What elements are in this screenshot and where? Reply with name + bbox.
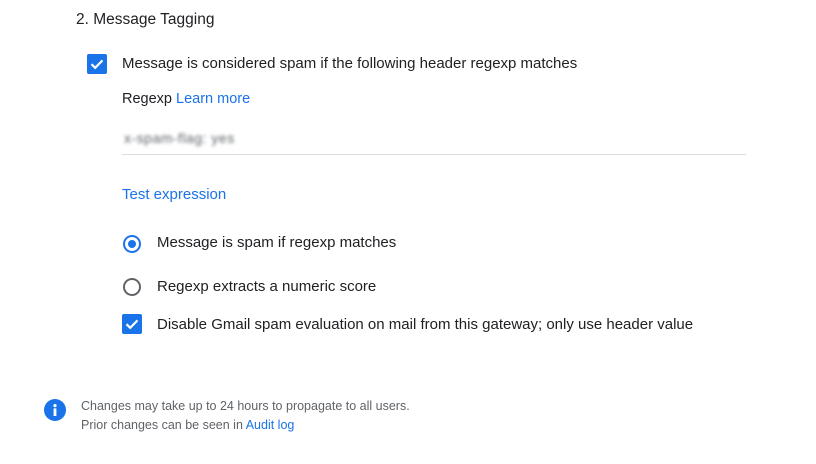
- radio-option-spam-if-match: Message is spam if regexp matches: [157, 234, 397, 251]
- checkmark-icon: [90, 59, 104, 70]
- disable-gmail-spam-checkbox[interactable]: [122, 314, 142, 334]
- spam-header-checkbox-label: Message is considered spam if the follow…: [122, 55, 578, 72]
- regexp-input[interactable]: x-spam-flag: yes: [122, 124, 746, 155]
- test-expression-link[interactable]: Test expression: [122, 186, 226, 203]
- regexp-value: x-spam-flag: yes: [124, 130, 235, 146]
- radio-selected-icon[interactable]: [123, 235, 141, 253]
- message-tagging-settings: 2. Message Tagging Message is considered…: [0, 0, 816, 464]
- section-title: 2. Message Tagging: [76, 11, 215, 28]
- radio-option-numeric-score: Regexp extracts a numeric score: [157, 278, 377, 295]
- regexp-label-row: Regexp Learn more: [122, 91, 250, 107]
- info-icon: [44, 399, 66, 421]
- spam-header-checkbox[interactable]: [87, 54, 107, 74]
- audit-log-prefix: Prior changes can be seen in: [81, 418, 243, 432]
- radio-unselected-icon[interactable]: [123, 278, 141, 296]
- regexp-label: Regexp: [122, 91, 172, 107]
- learn-more-link[interactable]: Learn more: [176, 91, 250, 107]
- audit-log-note: Prior changes can be seen in Audit log: [81, 418, 294, 432]
- checkmark-icon: [125, 319, 139, 330]
- audit-log-link[interactable]: Audit log: [246, 418, 295, 432]
- propagation-note: Changes may take up to 24 hours to propa…: [81, 399, 410, 413]
- disable-gmail-spam-label: Disable Gmail spam evaluation on mail fr…: [157, 316, 694, 333]
